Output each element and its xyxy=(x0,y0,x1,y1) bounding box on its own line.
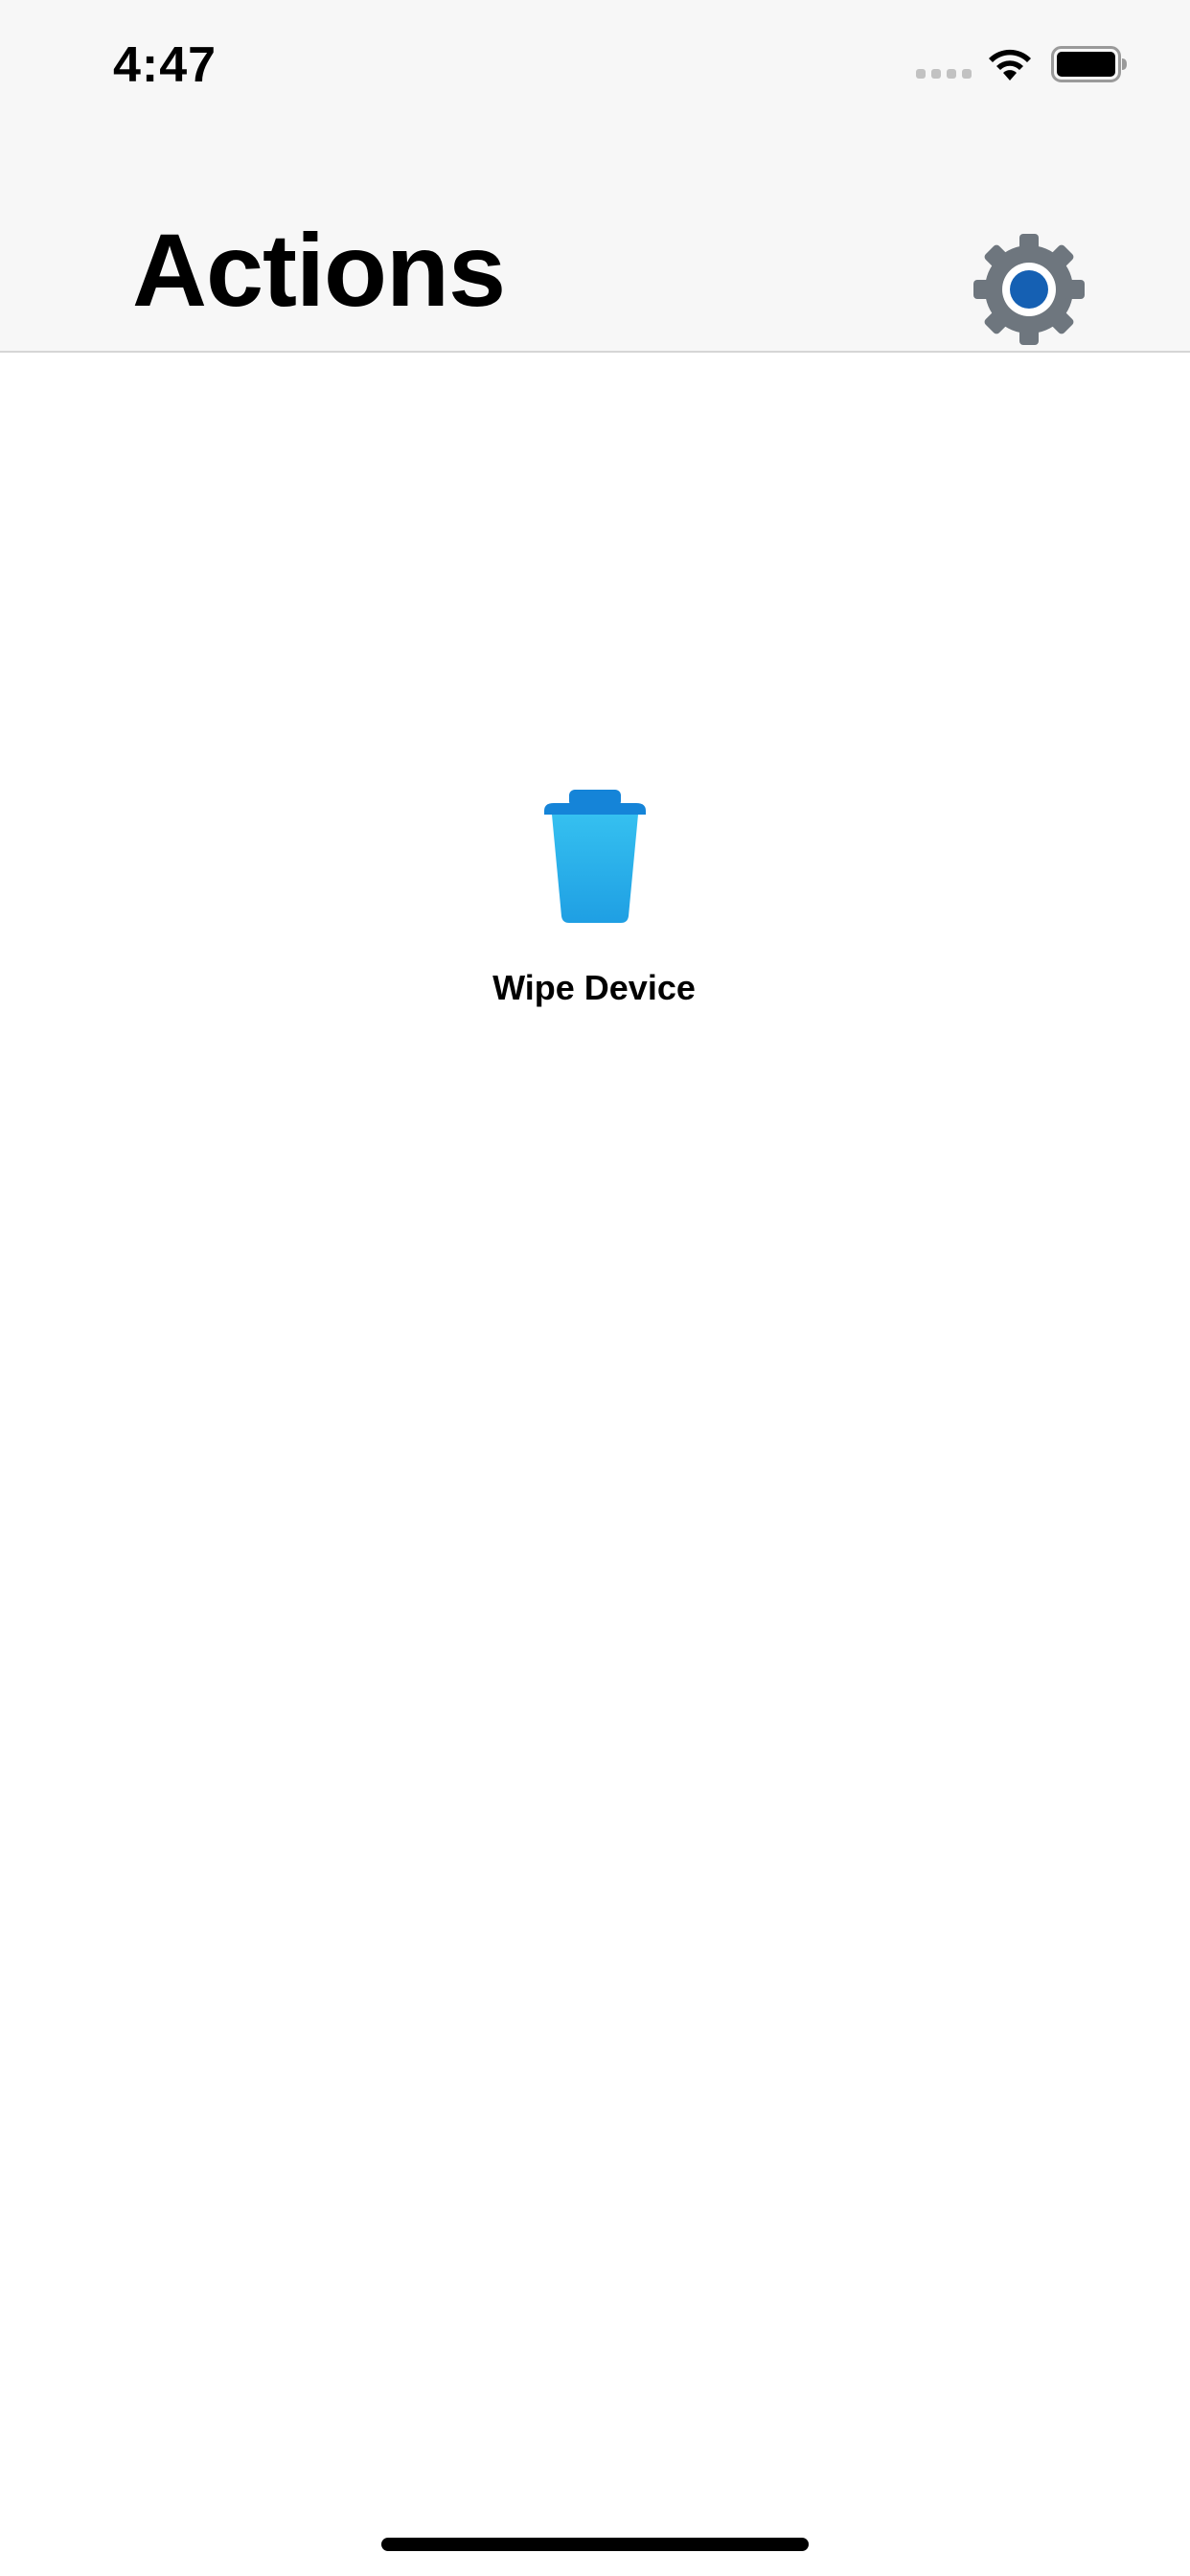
page-title: Actions xyxy=(132,212,506,328)
battery-icon xyxy=(1051,46,1127,82)
trash-icon xyxy=(544,790,646,923)
wipe-device-action[interactable]: Wipe Device xyxy=(450,778,738,1018)
gear-icon xyxy=(973,234,1085,345)
navigation-bar: 4:47 Actions xyxy=(0,0,1190,353)
wifi-icon xyxy=(989,49,1031,80)
cellular-signal-icon xyxy=(916,69,972,79)
status-time: 4:47 xyxy=(113,37,217,93)
screen: 4:47 Actions Wipe Device xyxy=(0,0,1190,2576)
action-label: Wipe Device xyxy=(492,968,696,1007)
home-indicator[interactable] xyxy=(381,2538,809,2551)
settings-button[interactable] xyxy=(970,230,1088,349)
